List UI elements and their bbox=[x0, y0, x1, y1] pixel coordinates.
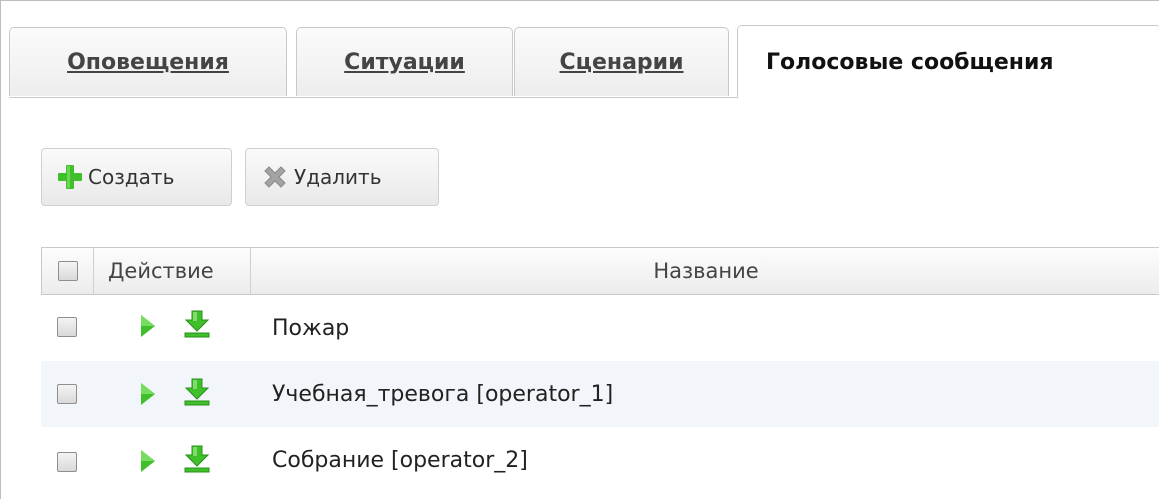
tab-voice-messages[interactable]: Голосовые сообщения bbox=[737, 25, 1159, 98]
tab-label: Оповещения bbox=[67, 49, 229, 75]
header-action-label: Действие bbox=[108, 259, 214, 283]
tab-label: Голосовые сообщения bbox=[766, 49, 1054, 75]
messages-grid: Действие Название Пожар Учебная_тревога … bbox=[41, 247, 1159, 500]
row-name: Собрание [operator_2] bbox=[272, 447, 528, 473]
play-icon[interactable] bbox=[138, 447, 158, 475]
download-icon[interactable] bbox=[181, 309, 213, 339]
download-icon[interactable] bbox=[181, 444, 213, 474]
create-button-label: Создать bbox=[88, 165, 175, 189]
tab-situations[interactable]: Ситуации bbox=[296, 27, 513, 96]
tab-bar: Оповещения Ситуации Сценарии Голосовые с… bbox=[9, 25, 1159, 98]
plus-icon bbox=[56, 163, 84, 191]
table-row[interactable]: Учебная_тревога [operator_1] bbox=[41, 361, 1159, 427]
header-select-cell bbox=[42, 248, 94, 294]
play-icon[interactable] bbox=[138, 380, 158, 408]
table-row[interactable]: Собрание [operator_2] bbox=[41, 427, 1159, 493]
header-action[interactable]: Действие bbox=[94, 248, 251, 294]
cross-icon bbox=[260, 162, 290, 192]
row-name: Учебная_тревога [operator_1] bbox=[272, 381, 614, 407]
voice-messages-panel: Оповещения Ситуации Сценарии Голосовые с… bbox=[0, 0, 1159, 499]
select-all-checkbox[interactable] bbox=[58, 261, 78, 281]
delete-button-label: Удалить bbox=[294, 165, 382, 189]
header-name[interactable]: Название bbox=[251, 248, 1159, 294]
table-row[interactable]: Пожар bbox=[41, 295, 1159, 361]
download-icon[interactable] bbox=[181, 377, 213, 407]
tab-label: Сценарии bbox=[559, 49, 684, 75]
row-checkbox[interactable] bbox=[57, 317, 77, 337]
row-checkbox[interactable] bbox=[57, 384, 77, 404]
tab-label: Ситуации bbox=[344, 49, 465, 75]
tab-scenarios[interactable]: Сценарии bbox=[514, 27, 729, 96]
grid-header: Действие Название bbox=[41, 247, 1159, 295]
row-checkbox[interactable] bbox=[57, 452, 77, 472]
delete-button[interactable]: Удалить bbox=[245, 148, 439, 206]
row-name: Пожар bbox=[272, 315, 350, 341]
header-name-label: Название bbox=[653, 259, 759, 283]
tab-notifications[interactable]: Оповещения bbox=[9, 27, 287, 96]
create-button[interactable]: Создать bbox=[41, 148, 232, 206]
play-icon[interactable] bbox=[138, 312, 158, 340]
